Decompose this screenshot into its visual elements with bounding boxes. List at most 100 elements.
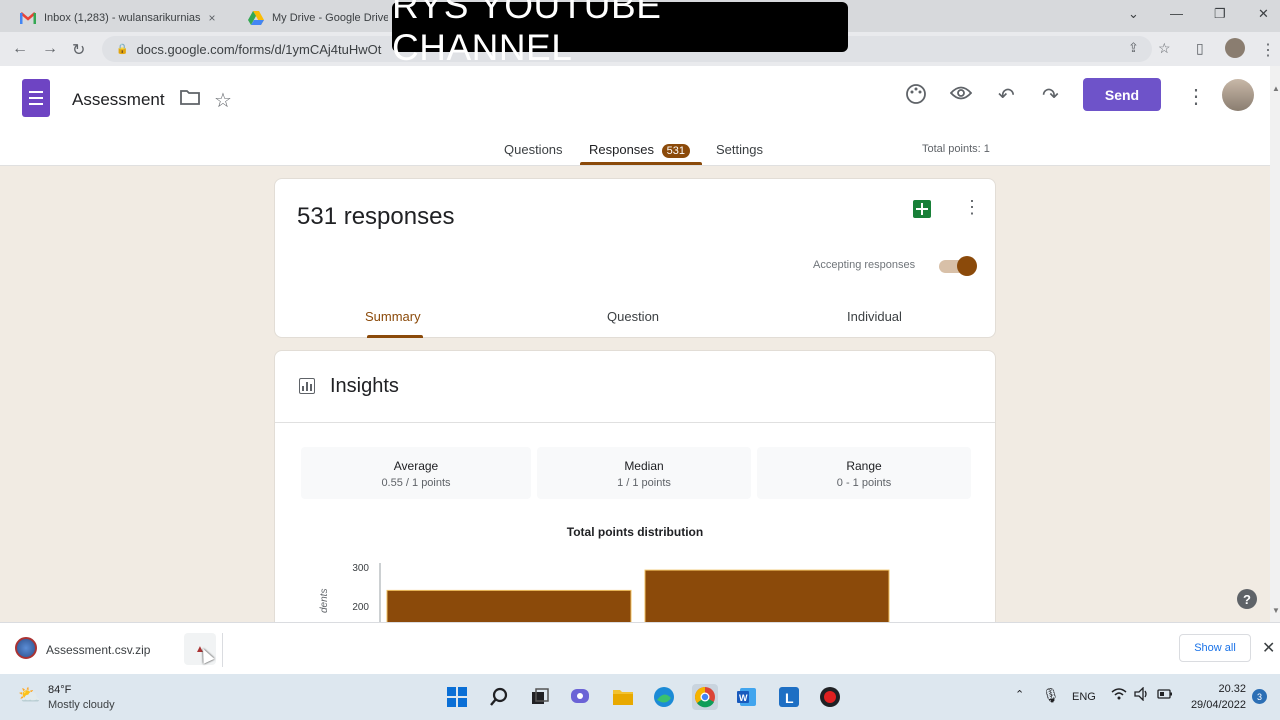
bookmark-star-icon[interactable]: ☆ bbox=[1158, 40, 1171, 57]
windows-taskbar: ⛅ 84°F Mostly cloudy W L ⌃ 🎙 ENG 20.32 2… bbox=[0, 674, 1280, 720]
tab-responses[interactable]: Responses 531 bbox=[589, 142, 691, 158]
forms-header: Assessment ☆ ↶ ↷ Send ⋮ Questions Respon… bbox=[0, 66, 1270, 166]
tab-gmail-inbox[interactable]: Inbox (1,283) - wulansarikurnias × bbox=[10, 4, 235, 32]
close-window-icon[interactable]: ✕ bbox=[1258, 6, 1269, 22]
insights-chart-icon bbox=[299, 378, 315, 394]
form-title[interactable]: Assessment bbox=[72, 90, 165, 110]
back-arrow-icon[interactable]: ← bbox=[12, 40, 28, 58]
redo-icon[interactable]: ↷ bbox=[1042, 83, 1059, 108]
palette-icon[interactable] bbox=[905, 83, 927, 111]
share-icon[interactable]: ⇪ bbox=[1128, 40, 1139, 56]
y-axis-label: dents bbox=[319, 589, 330, 613]
tab-title: Inbox (1,283) - wulansarikurnias bbox=[44, 12, 201, 24]
undo-icon[interactable]: ↶ bbox=[998, 83, 1015, 108]
y-tick-label: 300 bbox=[352, 563, 369, 574]
total-points: Total points: 1 bbox=[922, 143, 990, 155]
page-scrollbar[interactable] bbox=[1270, 66, 1280, 622]
bar-0 bbox=[386, 589, 632, 623]
responses-card: 531 responses ⋮ Accepting responses Summ… bbox=[274, 178, 996, 338]
gmail-icon bbox=[20, 12, 36, 24]
weather-cloud-sun-icon[interactable]: ⛅ bbox=[18, 685, 40, 706]
tab-title: My Drive - Google Drive bbox=[272, 12, 388, 24]
close-tab-icon[interactable]: × bbox=[209, 11, 216, 25]
svg-text:W: W bbox=[739, 693, 748, 703]
folder-icon[interactable] bbox=[180, 89, 200, 110]
show-hidden-icons-chevron-icon[interactable]: ⌃ bbox=[1015, 688, 1024, 701]
google-forms-icon[interactable] bbox=[22, 79, 50, 117]
windows-start-icon[interactable] bbox=[444, 684, 470, 710]
battery-icon[interactable] bbox=[1157, 687, 1173, 702]
task-view-icon[interactable] bbox=[527, 684, 553, 710]
download-file-name[interactable]: Assessment.csv.zip bbox=[46, 643, 150, 657]
stat-label: Average bbox=[393, 459, 439, 473]
tab-search-dropdown-icon[interactable]: ⌄ bbox=[1128, 6, 1139, 22]
microphone-icon[interactable]: 🎙 bbox=[1042, 687, 1060, 704]
download-bar: Assessment.csv.zip ▲ Show all ✕ bbox=[0, 622, 1280, 674]
forward-arrow-icon[interactable]: → bbox=[42, 40, 58, 58]
clock-date[interactable]: 29/04/2022 bbox=[1180, 699, 1246, 711]
search-icon[interactable] bbox=[486, 684, 512, 710]
scroll-up-arrow-icon[interactable]: ▲ bbox=[1272, 84, 1280, 93]
stat-average: Average 0.55 / 1 points bbox=[301, 447, 531, 499]
profile-avatar[interactable] bbox=[1225, 38, 1245, 58]
active-subtab-indicator bbox=[367, 335, 423, 338]
chrome-browser-icon[interactable] bbox=[692, 684, 718, 710]
response-count-heading: 531 responses bbox=[297, 203, 455, 230]
google-sheets-icon[interactable] bbox=[913, 200, 931, 218]
weather-description[interactable]: Mostly cloudy bbox=[48, 699, 115, 711]
stat-value: 0.55 / 1 points bbox=[381, 477, 451, 489]
restore-window-icon[interactable]: ❐ bbox=[1214, 6, 1226, 22]
subtab-question[interactable]: Question bbox=[607, 309, 659, 324]
close-download-bar-icon[interactable]: ✕ bbox=[1262, 638, 1275, 658]
svg-text:L: L bbox=[785, 690, 794, 706]
tab-settings[interactable]: Settings bbox=[716, 142, 763, 157]
points-distribution-chart: dents 300 200 bbox=[319, 563, 890, 623]
chrome-menu-icon[interactable]: ⋮ bbox=[1260, 40, 1276, 60]
lock-icon: 🔒 bbox=[116, 43, 129, 55]
bar-1 bbox=[644, 569, 890, 623]
side-panel-icon[interactable]: ▯ bbox=[1196, 40, 1204, 57]
help-icon[interactable]: ? bbox=[1237, 589, 1257, 609]
divider bbox=[275, 422, 995, 423]
tab-responses-label: Responses bbox=[589, 142, 655, 157]
screen-recorder-icon[interactable] bbox=[817, 684, 843, 710]
edge-browser-icon[interactable] bbox=[651, 684, 677, 710]
stat-value: 1 / 1 points bbox=[617, 477, 671, 489]
subtab-individual[interactable]: Individual bbox=[847, 309, 902, 324]
active-tab-indicator bbox=[580, 162, 702, 165]
preview-eye-icon[interactable] bbox=[949, 84, 973, 107]
subtab-summary[interactable]: Summary bbox=[365, 309, 421, 324]
file-explorer-icon[interactable] bbox=[610, 684, 636, 710]
reload-icon[interactable]: ↻ bbox=[72, 40, 85, 60]
avatar[interactable] bbox=[1222, 79, 1254, 111]
stat-median: Median 1 / 1 points bbox=[537, 447, 751, 499]
wifi-icon[interactable] bbox=[1111, 687, 1127, 703]
stat-label: Median bbox=[624, 459, 664, 473]
chat-icon[interactable] bbox=[568, 684, 594, 710]
more-options-icon[interactable]: ⋮ bbox=[1186, 84, 1206, 109]
send-button[interactable]: Send bbox=[1083, 78, 1161, 111]
input-language[interactable]: ENG bbox=[1072, 691, 1096, 703]
stat-label: Range bbox=[846, 459, 882, 473]
volume-icon[interactable] bbox=[1134, 686, 1150, 704]
insights-title: Insights bbox=[330, 375, 399, 397]
toggle-knob[interactable] bbox=[957, 256, 977, 276]
tab-questions[interactable]: Questions bbox=[504, 142, 563, 157]
stat-range: Range 0 - 1 points bbox=[757, 447, 971, 499]
response-count-badge: 531 bbox=[661, 144, 691, 158]
minimize-window-icon[interactable]: — bbox=[1170, 6, 1183, 21]
microsoft-word-icon[interactable]: W bbox=[734, 684, 760, 710]
clock-time[interactable]: 20.32 bbox=[1190, 683, 1246, 695]
show-all-button[interactable]: Show all bbox=[1179, 634, 1251, 662]
app-l-icon[interactable]: L bbox=[776, 684, 802, 710]
stat-value: 0 - 1 points bbox=[836, 477, 892, 489]
notification-count-badge[interactable]: 3 bbox=[1252, 689, 1267, 704]
tab-google-drive[interactable]: My Drive - Google Drive bbox=[238, 4, 398, 32]
y-tick-label: 200 bbox=[352, 602, 369, 613]
google-drive-icon bbox=[248, 11, 264, 25]
star-icon[interactable]: ☆ bbox=[214, 88, 232, 113]
more-options-icon[interactable]: ⋮ bbox=[963, 197, 981, 218]
weather-temperature[interactable]: 84°F bbox=[48, 684, 71, 696]
scroll-down-arrow-icon[interactable]: ▼ bbox=[1272, 606, 1280, 615]
accepting-responses-label: Accepting responses bbox=[813, 259, 916, 271]
